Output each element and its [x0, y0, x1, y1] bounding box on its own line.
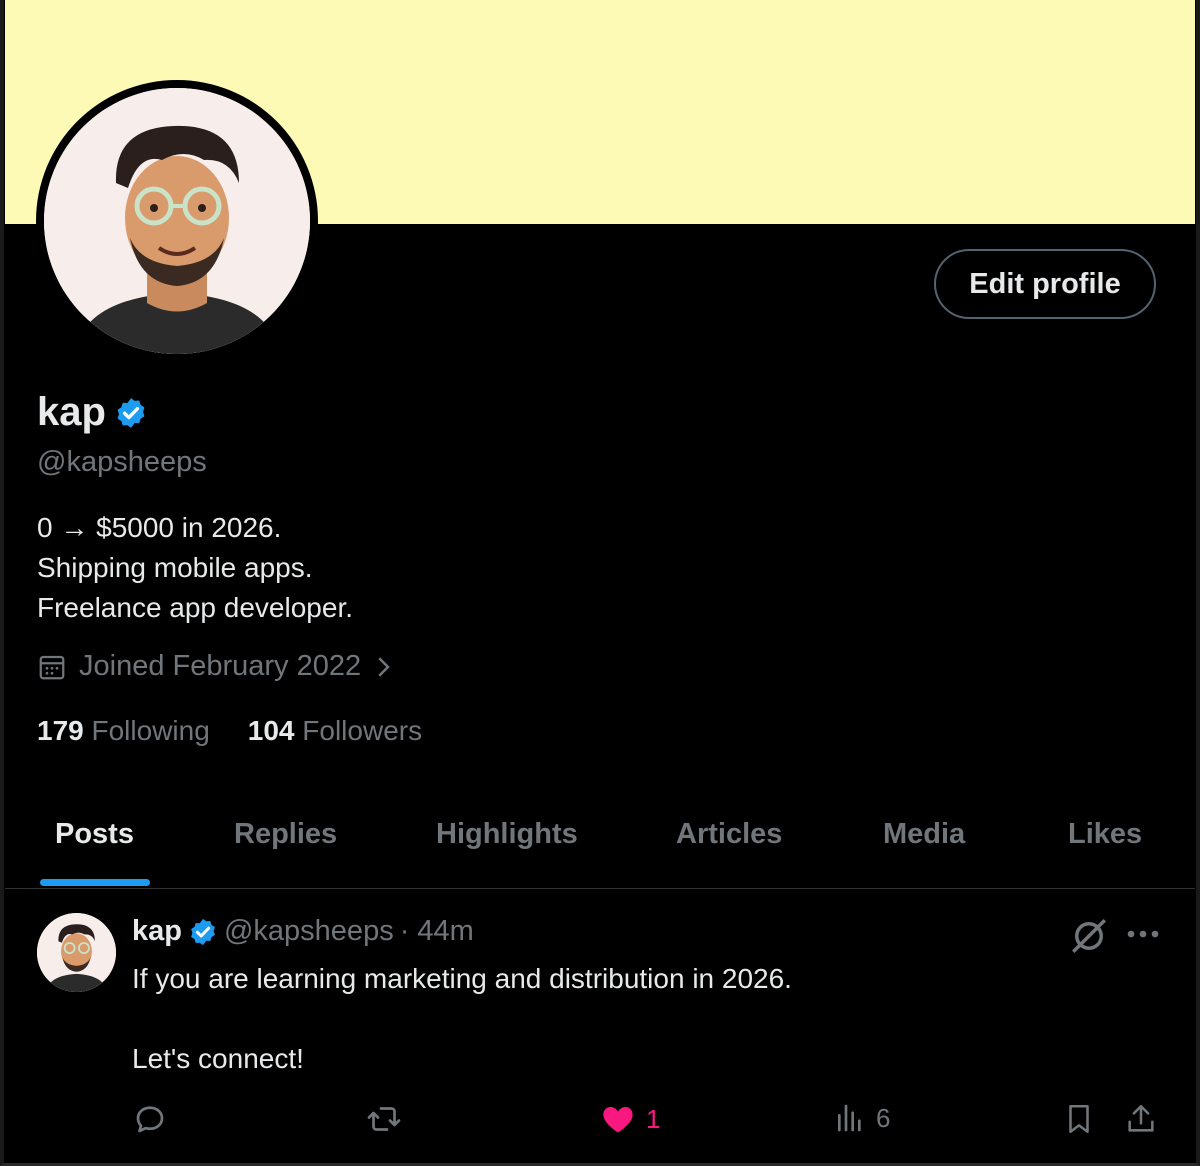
post-item[interactable]: kap @kapsheeps · 44m If you are learning… [5, 889, 1195, 1163]
views-count: 6 [876, 1102, 891, 1133]
avatar-illustration [44, 88, 310, 354]
post-line: If you are learning marketing and distri… [132, 963, 792, 994]
tab-likes[interactable]: Likes [1068, 818, 1142, 851]
grok-icon[interactable] [1068, 915, 1110, 957]
profile-avatar[interactable] [44, 88, 310, 354]
chevron-right-icon [378, 656, 390, 677]
tab-media[interactable]: Media [883, 818, 965, 851]
post-actions: 1 6 [132, 1101, 1162, 1141]
tab-posts[interactable]: Posts [55, 818, 134, 851]
post-author-name[interactable]: kap [132, 915, 182, 948]
followers-label: Followers [302, 715, 423, 746]
share-icon [1128, 1104, 1154, 1132]
like-count: 1 [646, 1103, 661, 1134]
repost-icon [367, 1107, 401, 1131]
more-icon[interactable] [1125, 919, 1161, 949]
post-body: If you are learning marketing and distri… [132, 959, 792, 1079]
post-line: Let's connect! [132, 1043, 304, 1074]
share-button[interactable] [1124, 1101, 1158, 1137]
bookmark-icon [1069, 1104, 1089, 1134]
reply-button[interactable] [132, 1101, 168, 1137]
followers-link[interactable]: 104 Followers [248, 715, 422, 747]
calendar-icon [39, 655, 65, 679]
tab-replies[interactable]: Replies [234, 818, 337, 851]
profile-display-name: kap [37, 390, 106, 434]
post-avatar[interactable] [37, 913, 116, 992]
post-line [132, 999, 792, 1039]
bookmark-button[interactable] [1062, 1101, 1096, 1137]
heart-icon [603, 1106, 633, 1133]
profile-name-row: kap [37, 390, 148, 435]
post-author-handle[interactable]: @kapsheeps [224, 915, 394, 948]
bio-line: Shipping mobile apps. [37, 552, 313, 583]
following-count: 179 [37, 715, 84, 746]
tab-highlights[interactable]: Highlights [436, 818, 578, 851]
joined-text: Joined February 2022 [79, 650, 362, 682]
like-button[interactable]: 1 [600, 1101, 660, 1137]
views-button[interactable]: 6 [834, 1101, 890, 1135]
joined-date-row[interactable]: Joined February 2022 [37, 650, 393, 683]
profile-tabs: Posts Replies Highlights Articles Media … [5, 790, 1195, 889]
views-icon [838, 1104, 861, 1132]
bio-line: 0 → $5000 in 2026. [37, 512, 282, 543]
verified-badge-icon[interactable] [114, 396, 148, 430]
following-link[interactable]: 179 Following [37, 715, 210, 747]
active-tab-indicator [40, 879, 150, 886]
reply-icon [136, 1106, 164, 1133]
repost-button[interactable] [364, 1101, 404, 1137]
bio-line: Freelance app developer. [37, 592, 353, 623]
verified-badge-icon [191, 918, 215, 945]
following-label: Following [91, 715, 210, 746]
post-header: kap @kapsheeps · 44m [132, 915, 474, 948]
tab-articles[interactable]: Articles [676, 818, 782, 851]
followers-count: 104 [247, 715, 295, 746]
post-avatar-illustration [37, 913, 116, 992]
profile-bio: 0 → $5000 in 2026. Shipping mobile apps.… [37, 508, 353, 628]
profile-handle: @kapsheeps [37, 446, 207, 478]
edit-profile-button[interactable]: Edit profile [934, 249, 1156, 319]
post-timestamp[interactable]: · 44m [400, 915, 474, 948]
follow-stats: 179 Following 104 Followers [37, 715, 422, 747]
